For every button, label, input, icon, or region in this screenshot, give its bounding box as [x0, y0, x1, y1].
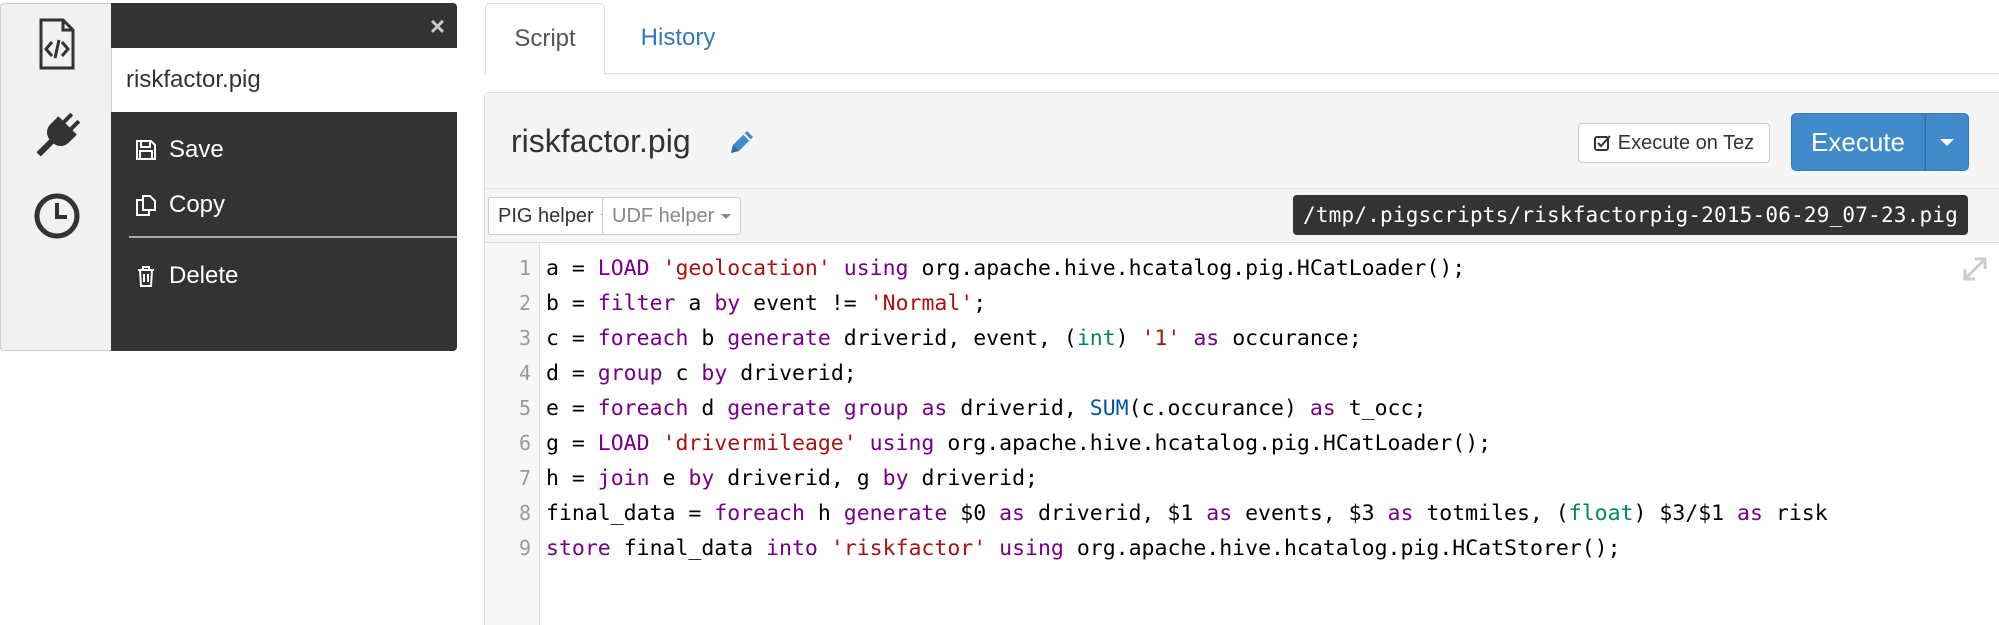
code-text: d = group c by driverid; [546, 361, 857, 386]
execute-dropdown-toggle[interactable] [1925, 113, 1969, 171]
line-number: 6 [518, 431, 531, 455]
trash-icon [138, 266, 154, 287]
line-number: 2 [518, 291, 531, 315]
code-line[interactable]: 2 b = filter a by event != 'Normal'; [485, 286, 1999, 321]
save-menu-item[interactable]: Save [135, 130, 224, 170]
script-editor-panel: riskfactor.pig Execute on Tez Execute PI… [484, 92, 1999, 625]
caret-down-icon [721, 213, 732, 219]
floppy-icon [136, 140, 156, 160]
expand-icon[interactable] [1959, 253, 1991, 285]
close-icon[interactable]: × [430, 13, 445, 39]
tab-history[interactable]: History [618, 3, 738, 73]
delete-label: Delete [169, 262, 239, 289]
code-text: store final_data into 'riskfactor' using… [546, 536, 1621, 561]
caret-down-icon [1940, 138, 1954, 146]
execute-button[interactable]: Execute [1791, 113, 1925, 171]
script-path-label: /tmp/.pigscripts/riskfactorpig-2015-06-2… [1293, 195, 1968, 235]
code-line[interactable]: 3 c = foreach b generate driverid, event,… [485, 321, 1999, 356]
line-number: 4 [518, 361, 531, 385]
execute-on-tez-label: Execute on Tez [1617, 131, 1755, 154]
code-text: a = LOAD 'geolocation' using org.apache.… [546, 256, 1466, 281]
code-line[interactable]: 8 final_data = foreach h generate $0 as d… [485, 496, 1999, 531]
line-number: 1 [518, 256, 531, 280]
file-menu-panel: × riskfactor.pig Save Copy Delete [111, 3, 457, 351]
code-line[interactable]: 6 g = LOAD 'drivermileage' using org.apac… [485, 426, 1999, 461]
file-name-field[interactable]: riskfactor.pig [111, 48, 457, 112]
line-number: 9 [518, 536, 531, 560]
tab-script[interactable]: Script [485, 3, 605, 75]
copy-icon [136, 195, 156, 216]
code-text: h = join e by driverid, g by driverid; [546, 466, 1038, 491]
plug-icon[interactable] [27, 106, 87, 166]
code-line[interactable]: 7 h = join e by driverid, g by driverid; [485, 461, 1999, 496]
code-text: final_data = foreach h generate $0 as dr… [546, 501, 1828, 526]
udf-helper-dropdown[interactable]: UDF helper [602, 197, 742, 235]
line-number: 8 [518, 501, 531, 525]
copy-label: Copy [169, 191, 226, 218]
line-number: 7 [518, 466, 531, 490]
pig-helper-dropdown[interactable]: PIG helper [488, 197, 621, 235]
line-number: 3 [518, 326, 531, 350]
clock-icon[interactable] [27, 186, 87, 246]
pencil-icon[interactable] [727, 127, 757, 157]
helper-toolbar: PIG helper UDF helper /tmp/.pigscripts/r… [485, 189, 1999, 243]
code-line[interactable]: 4 d = group c by driverid; [485, 356, 1999, 391]
code-text: b = filter a by event != 'Normal'; [546, 291, 987, 316]
delete-menu-item[interactable]: Delete [135, 256, 238, 296]
copy-menu-item[interactable]: Copy [135, 185, 225, 225]
tabs-underline [484, 73, 1999, 74]
code-line[interactable]: 5 e = foreach d generate group as driveri… [485, 391, 1999, 426]
checkbox-checked-icon [1593, 135, 1611, 151]
udf-helper-label: UDF helper [612, 204, 715, 227]
script-code-icon[interactable] [27, 14, 87, 74]
save-label: Save [169, 136, 224, 163]
code-line[interactable]: 9 store final_data into 'riskfactor' usin… [485, 531, 1999, 566]
code-line[interactable]: 1 a = LOAD 'geolocation' using org.apache… [485, 251, 1999, 286]
code-text: g = LOAD 'drivermileage' using org.apach… [546, 431, 1492, 456]
script-title: riskfactor.pig [511, 123, 691, 159]
code-text: e = foreach d generate group as driverid… [546, 396, 1427, 421]
execute-on-tez-checkbox[interactable]: Execute on Tez [1578, 123, 1770, 163]
pig-helper-label: PIG helper [498, 204, 594, 227]
code-editor[interactable]: 1 a = LOAD 'geolocation' using org.apache… [485, 243, 1999, 625]
line-number: 5 [518, 396, 531, 420]
code-text: c = foreach b generate driverid, event, … [546, 326, 1362, 351]
editor-header: riskfactor.pig Execute on Tez Execute [485, 93, 1999, 189]
icon-rail [0, 3, 112, 351]
menu-divider [129, 236, 457, 238]
